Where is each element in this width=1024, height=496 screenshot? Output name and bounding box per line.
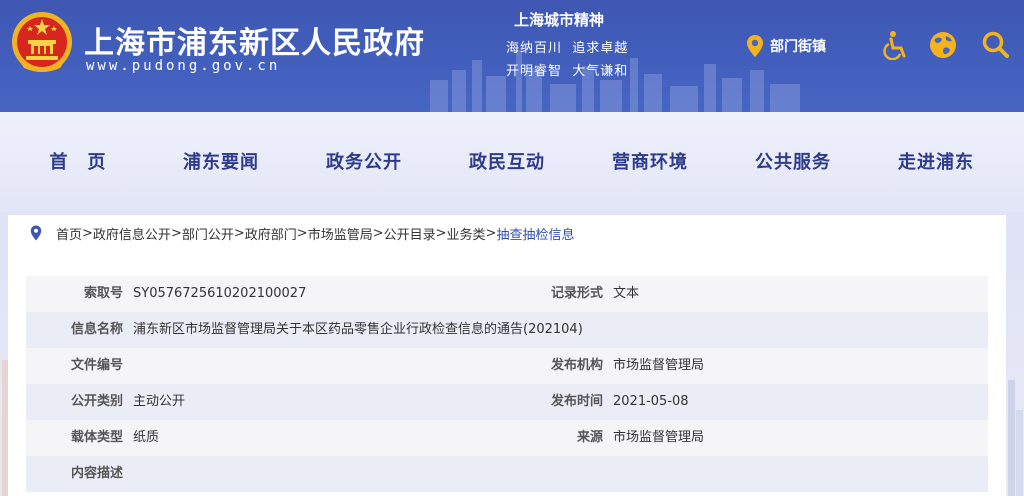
national-emblem-icon[interactable] [10,10,74,74]
breadcrumb-separator: > [435,225,447,241]
breadcrumb-gov-info-public[interactable]: 政府信息公开 [93,224,171,243]
info-row-info-name: 信息名称 浦东新区市场监督管理局关于本区药品零售企业行政检查信息的通告(2021… [26,312,988,348]
info-row-public-category: 公开类别 主动公开 发布时间 2021-05-08 [26,384,988,420]
info-row-document-number: 文件编号 发布机构 市场监督管理局 [26,348,988,384]
site-title[interactable]: 上海市浦东新区人民政府 [84,18,425,62]
info-name-value: 浦东新区市场监督管理局关于本区药品零售企业行政检查信息的通告(202104) [133,322,583,337]
breadcrumb-separator: > [170,225,182,241]
right-city-decoration [1008,380,1023,496]
breadcrumb-department-public[interactable]: 部门公开 [182,224,234,243]
issuing-agency-label: 发布机构 [550,358,603,373]
nav-item-business-environment[interactable]: 营商环境 [612,148,688,174]
nav-item-home[interactable]: 首 页 [50,148,107,174]
location-pin-icon [30,225,42,241]
breadcrumb-public-catalog[interactable]: 公开目录 [384,224,436,243]
carrier-type-value: 纸质 [133,430,160,445]
info-row-carrier-type: 载体类型 纸质 来源 市场监督管理局 [26,420,988,456]
info-row-content-description: 内容描述 [26,456,988,492]
info-row-index-number: 索取号 SY0576725610202100027 记录形式 文本 [26,276,988,312]
city-spirit-line-1: 海纳百川 追求卓越 [506,41,629,56]
public-category-value: 主动公开 [133,394,186,409]
breadcrumb-home[interactable]: 首页 [56,224,82,243]
content-description-label: 内容描述 [70,466,123,481]
nav-item-about-pudong[interactable]: 走进浦东 [898,148,974,174]
record-format-label: 记录形式 [550,286,603,301]
nav-item-public-services[interactable]: 公共服务 [755,148,831,174]
department-street-link[interactable]: 部门街镇 [746,34,826,58]
index-number-value: SY0576725610202100027 [133,286,307,301]
site-header: 上海市浦东新区人民政府 www.pudong.gov.cn 上海城市精神 海纳百… [0,0,1024,112]
nav-item-pudong-news[interactable]: 浦东要闻 [183,148,259,174]
info-panel: 索取号 SY0576725610202100027 记录形式 文本 信息名称 浦… [8,251,1006,496]
carrier-type-label: 载体类型 [70,430,123,445]
city-spirit-title: 上海城市精神 [514,11,605,29]
breadcrumb-gov-departments[interactable]: 政府部门 [245,224,297,243]
location-pin-icon [747,35,763,57]
globe-icon[interactable] [929,30,957,60]
breadcrumb-separator: > [233,225,245,241]
breadcrumb-current[interactable]: 抽查抽检信息 [496,224,574,243]
city-spirit-line-2: 开明睿智 大气谦和 [506,64,629,79]
nav-item-public-interaction[interactable]: 政民互动 [469,148,545,174]
breadcrumb-separator: > [372,225,384,241]
issuing-agency-value: 市场监督管理局 [613,358,705,373]
breadcrumb-market-regulation[interactable]: 市场监管局 [308,224,373,243]
site-url: www.pudong.gov.cn [86,58,281,74]
public-category-label: 公开类别 [70,394,123,409]
accessibility-icon[interactable] [880,30,908,60]
department-street-label: 部门街镇 [770,39,826,55]
info-name-label: 信息名称 [70,322,123,337]
source-value: 市场监督管理局 [613,430,705,445]
index-number-label: 索取号 [83,286,123,301]
source-label: 来源 [576,430,603,445]
search-icon[interactable] [982,30,1010,60]
breadcrumb-separator: > [296,225,308,241]
breadcrumb-business[interactable]: 业务类 [447,224,486,243]
breadcrumb-separator: > [485,225,497,241]
breadcrumb-separator: > [82,225,93,241]
document-number-label: 文件编号 [70,358,123,373]
publish-date-value: 2021-05-08 [613,394,689,409]
publish-date-label: 发布时间 [550,394,603,409]
record-format-value: 文本 [613,286,640,301]
nav-item-government-affairs[interactable]: 政务公开 [326,148,402,174]
breadcrumb: 首页 > 政府信息公开 > 部门公开 > 政府部门 > 市场监管局 > 公开目录 > 业务类 > 抽查抽… [8,215,1006,251]
